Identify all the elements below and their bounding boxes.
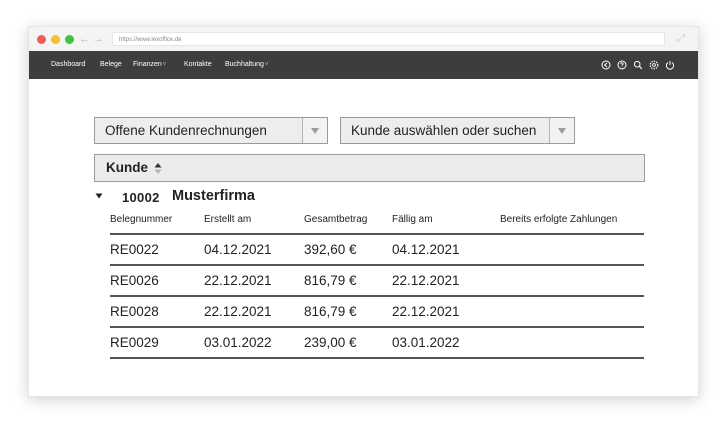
customer-name: Musterfirma bbox=[172, 188, 255, 204]
nav-item-label: Kontakte bbox=[184, 61, 212, 68]
table-row[interactable]: RE0026 22.12.2021 816,79 € 22.12.2021 bbox=[110, 266, 644, 297]
maximize-window-button[interactable] bbox=[65, 35, 74, 44]
table-row[interactable]: RE0028 22.12.2021 816,79 € 22.12.2021 bbox=[110, 297, 644, 328]
caret-down-icon bbox=[558, 128, 566, 134]
dropdown-toggle[interactable] bbox=[302, 118, 327, 143]
customer-search-placeholder: Kunde auswählen oder suchen bbox=[351, 123, 537, 138]
nav-item-label: Finanzen bbox=[133, 61, 162, 68]
address-bar[interactable]: https://www.lexoffice.de bbox=[112, 32, 665, 46]
collapse-group-icon[interactable] bbox=[95, 192, 103, 200]
power-icon[interactable] bbox=[665, 60, 675, 70]
sort-ascending-icon[interactable] bbox=[154, 162, 162, 175]
invoice-filter-dropdown[interactable]: Offene Kundenrechnungen bbox=[94, 117, 328, 144]
cell-faellig: 04.12.2021 bbox=[392, 242, 460, 257]
customer-number: 10002 bbox=[122, 190, 160, 205]
table-row[interactable]: RE0029 03.01.2022 239,00 € 03.01.2022 bbox=[110, 328, 644, 359]
browser-window: ← → https://www.lexoffice.de ⤢ Dashboard… bbox=[28, 26, 699, 397]
nav-item-label: Buchhaltung bbox=[225, 61, 264, 68]
cell-gesamtbetrag: 816,79 € bbox=[304, 304, 357, 319]
column-header-belegnummer: Belegnummer bbox=[110, 214, 173, 225]
cell-belegnummer: RE0029 bbox=[110, 335, 159, 350]
chevron-down-icon: ˅ bbox=[162, 62, 167, 68]
cell-faellig: 22.12.2021 bbox=[392, 273, 460, 288]
cell-erstellt: 03.01.2022 bbox=[204, 335, 272, 350]
sort-label: Kunde bbox=[106, 160, 148, 175]
nav-item-finanzen[interactable]: Finanzen˅ bbox=[133, 51, 166, 79]
nav-item-kontakte[interactable]: Kontakte bbox=[184, 51, 212, 79]
cell-erstellt: 04.12.2021 bbox=[204, 242, 272, 257]
cell-gesamtbetrag: 239,00 € bbox=[304, 335, 357, 350]
invoice-filter-value: Offene Kundenrechnungen bbox=[105, 123, 267, 138]
cell-gesamtbetrag: 392,60 € bbox=[304, 242, 357, 257]
table-row[interactable]: RE0022 04.12.2021 392,60 € 04.12.2021 bbox=[110, 235, 644, 266]
column-header-zahlungen: Bereits erfolgte Zahlungen bbox=[500, 214, 618, 225]
dropdown-toggle[interactable] bbox=[549, 118, 574, 143]
column-header-gesamtbetrag: Gesamtbetrag bbox=[304, 214, 368, 225]
nav-item-belege[interactable]: Belege bbox=[100, 51, 122, 79]
search-icon[interactable] bbox=[633, 60, 643, 70]
column-header-faellig: Fällig am bbox=[392, 214, 433, 225]
caret-down-icon bbox=[311, 128, 319, 134]
main-navigation: Dashboard Belege Finanzen˅ Kontakte Buch… bbox=[29, 51, 698, 79]
customer-search-dropdown[interactable]: Kunde auswählen oder suchen bbox=[340, 117, 575, 144]
help-icon[interactable] bbox=[617, 60, 627, 70]
cell-faellig: 22.12.2021 bbox=[392, 304, 460, 319]
column-header-erstellt: Erstellt am bbox=[204, 214, 252, 225]
cell-erstellt: 22.12.2021 bbox=[204, 304, 272, 319]
cell-erstellt: 22.12.2021 bbox=[204, 273, 272, 288]
row-divider bbox=[110, 357, 644, 359]
cell-gesamtbetrag: 816,79 € bbox=[304, 273, 357, 288]
browser-forward-icon[interactable]: → bbox=[93, 32, 104, 46]
chevron-down-icon: ˅ bbox=[264, 62, 269, 68]
nav-item-label: Belege bbox=[100, 61, 122, 68]
cell-belegnummer: RE0022 bbox=[110, 242, 159, 257]
cell-belegnummer: RE0026 bbox=[110, 273, 159, 288]
browser-back-icon[interactable]: ← bbox=[79, 32, 90, 46]
close-window-button[interactable] bbox=[37, 35, 46, 44]
fullscreen-icon[interactable]: ⤢ bbox=[677, 32, 685, 46]
settings-icon[interactable] bbox=[649, 60, 659, 70]
sort-header[interactable]: Kunde bbox=[94, 154, 645, 182]
cell-faellig: 03.01.2022 bbox=[392, 335, 460, 350]
nav-item-buchhaltung[interactable]: Buchhaltung˅ bbox=[225, 51, 268, 79]
browser-titlebar: ← → https://www.lexoffice.de ⤢ bbox=[29, 27, 698, 53]
back-circle-icon[interactable] bbox=[601, 60, 611, 70]
minimize-window-button[interactable] bbox=[51, 35, 60, 44]
nav-item-dashboard[interactable]: Dashboard bbox=[51, 51, 85, 79]
nav-item-label: Dashboard bbox=[51, 61, 86, 68]
cell-belegnummer: RE0028 bbox=[110, 304, 159, 319]
